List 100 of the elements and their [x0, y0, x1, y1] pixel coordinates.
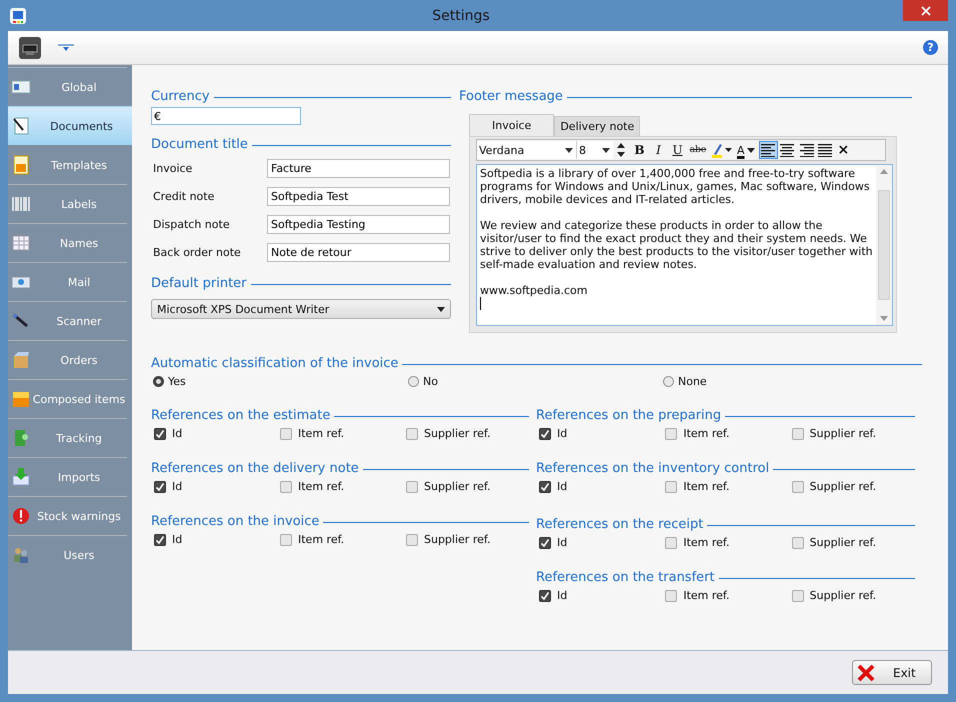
option-label: Supplier ref. — [424, 480, 490, 493]
title-field[interactable]: Softpedia Test — [267, 187, 450, 206]
section-heading: References on the transfert — [536, 570, 715, 586]
radio-button[interactable] — [408, 376, 419, 387]
checkbox[interactable] — [792, 480, 804, 492]
close-button[interactable]: × — [838, 143, 850, 157]
option-label: Supplier ref. — [810, 589, 876, 602]
app-icon — [10, 8, 26, 24]
checkbox[interactable] — [280, 480, 292, 492]
option-label: Supplier ref. — [424, 533, 490, 546]
checkbox[interactable] — [154, 428, 166, 440]
checkbox[interactable] — [539, 590, 551, 602]
format-button[interactable]: I — [649, 143, 668, 157]
option-label: No — [423, 375, 438, 388]
close-button[interactable] — [903, 0, 948, 21]
checkbox[interactable] — [280, 428, 292, 440]
checkbox[interactable] — [154, 480, 166, 492]
download-arrow-icon — [11, 467, 31, 487]
close-icon — [857, 664, 875, 682]
help-button[interactable]: ? — [923, 40, 938, 55]
barcode-icon — [11, 194, 31, 214]
caret-icon — [437, 306, 445, 312]
format-button[interactable]: B — [630, 143, 649, 157]
align-button[interactable] — [816, 141, 835, 159]
option-label: Item ref. — [298, 480, 344, 493]
checkbox[interactable] — [406, 534, 418, 546]
title-field[interactable]: Note de retour — [267, 243, 450, 262]
option-label: Supplier ref. — [810, 427, 876, 440]
font-color-button[interactable]: A — [737, 144, 745, 156]
dropdown-caret-icon[interactable] — [58, 44, 74, 52]
option-label: Item ref. — [683, 589, 730, 602]
message-text-area[interactable] — [476, 164, 893, 326]
checkbox[interactable] — [154, 534, 166, 546]
currency-field[interactable]: € — [151, 107, 301, 125]
align-button[interactable] — [758, 141, 778, 159]
section-heading: References on the invoice — [151, 514, 320, 530]
format-button[interactable]: abe — [687, 145, 709, 155]
option-label: Supplier ref. — [810, 480, 876, 493]
checkbox[interactable] — [406, 480, 418, 492]
title-field[interactable]: Facture — [267, 159, 450, 178]
title-field[interactable]: Softpedia Testing — [267, 215, 450, 234]
tab[interactable]: Invoice — [469, 114, 554, 136]
section-heading: Automatic classification of the invoice — [151, 356, 398, 372]
checkbox[interactable] — [280, 534, 292, 546]
scroll-down-icon[interactable] — [880, 316, 888, 321]
option-label: Id — [172, 533, 182, 546]
radio-button[interactable] — [153, 376, 164, 387]
section-heading: Default printer — [151, 276, 247, 292]
section-heading: Footer message — [459, 89, 563, 105]
sidebar-item[interactable]: Documents — [8, 106, 132, 145]
caret-icon[interactable] — [746, 148, 755, 152]
close-icon — [920, 6, 930, 16]
option-label: Id — [172, 480, 182, 493]
option-label: Item ref. — [683, 427, 730, 440]
checkbox[interactable] — [539, 480, 551, 492]
option-label: Item ref. — [683, 480, 730, 493]
box-icon — [11, 350, 31, 370]
checkbox[interactable] — [539, 536, 551, 548]
field-label: Invoice — [153, 162, 194, 175]
option-label: Id — [557, 536, 568, 549]
section-heading: References on the preparing — [536, 408, 722, 424]
option-label: Id — [557, 480, 568, 493]
font-dropdown[interactable]: Verdana — [477, 141, 577, 159]
highlighter-icon[interactable] — [711, 142, 733, 158]
message-paragraph: We review and categorize these products in order to allow the visitor/user to find the exact product they and their system needs. We strive to deliver only the best products to the visitor/user together with self-made evaluation and review notes. — [480, 219, 874, 271]
checkbox[interactable] — [665, 428, 678, 440]
format-button[interactable]: U — [668, 143, 687, 157]
align-button[interactable] — [778, 141, 797, 159]
field-label: Dispatch note — [153, 218, 231, 231]
printer-icon[interactable] — [19, 36, 41, 58]
field-label: Back order note — [153, 246, 242, 259]
scrollbar[interactable] — [876, 165, 892, 325]
field-label: Credit note — [153, 190, 216, 203]
section-heading: Currency — [151, 89, 210, 105]
size-dropdown[interactable]: 8 — [577, 141, 613, 159]
tab[interactable]: Delivery note — [554, 116, 640, 136]
option-label: Id — [172, 427, 182, 440]
users-icon — [11, 545, 31, 565]
window-title: Settings — [431, 8, 491, 24]
section-heading: References on the estimate — [151, 408, 330, 424]
pencil-page-icon — [11, 116, 31, 136]
checkbox[interactable] — [792, 590, 804, 602]
checkbox[interactable] — [665, 590, 678, 602]
caret-icon — [565, 148, 573, 152]
checkbox[interactable] — [665, 480, 678, 492]
option-label: Id — [557, 589, 568, 602]
scroll-up-icon[interactable] — [880, 169, 888, 174]
spinner-arrows-icon[interactable] — [617, 142, 625, 158]
option-label: Item ref. — [298, 427, 344, 440]
caret-icon — [602, 148, 610, 152]
radio-button[interactable] — [663, 376, 674, 387]
option-label: None — [678, 375, 707, 388]
checkbox[interactable] — [539, 428, 551, 440]
checkbox[interactable] — [792, 536, 804, 548]
exit-button[interactable]: Exit — [852, 660, 932, 685]
checkbox[interactable] — [792, 428, 804, 440]
printer-dropdown[interactable]: Microsoft XPS Document Writer — [151, 299, 451, 319]
option-label: Yes — [168, 375, 186, 388]
checkbox[interactable] — [406, 428, 418, 440]
checkbox[interactable] — [665, 536, 678, 548]
